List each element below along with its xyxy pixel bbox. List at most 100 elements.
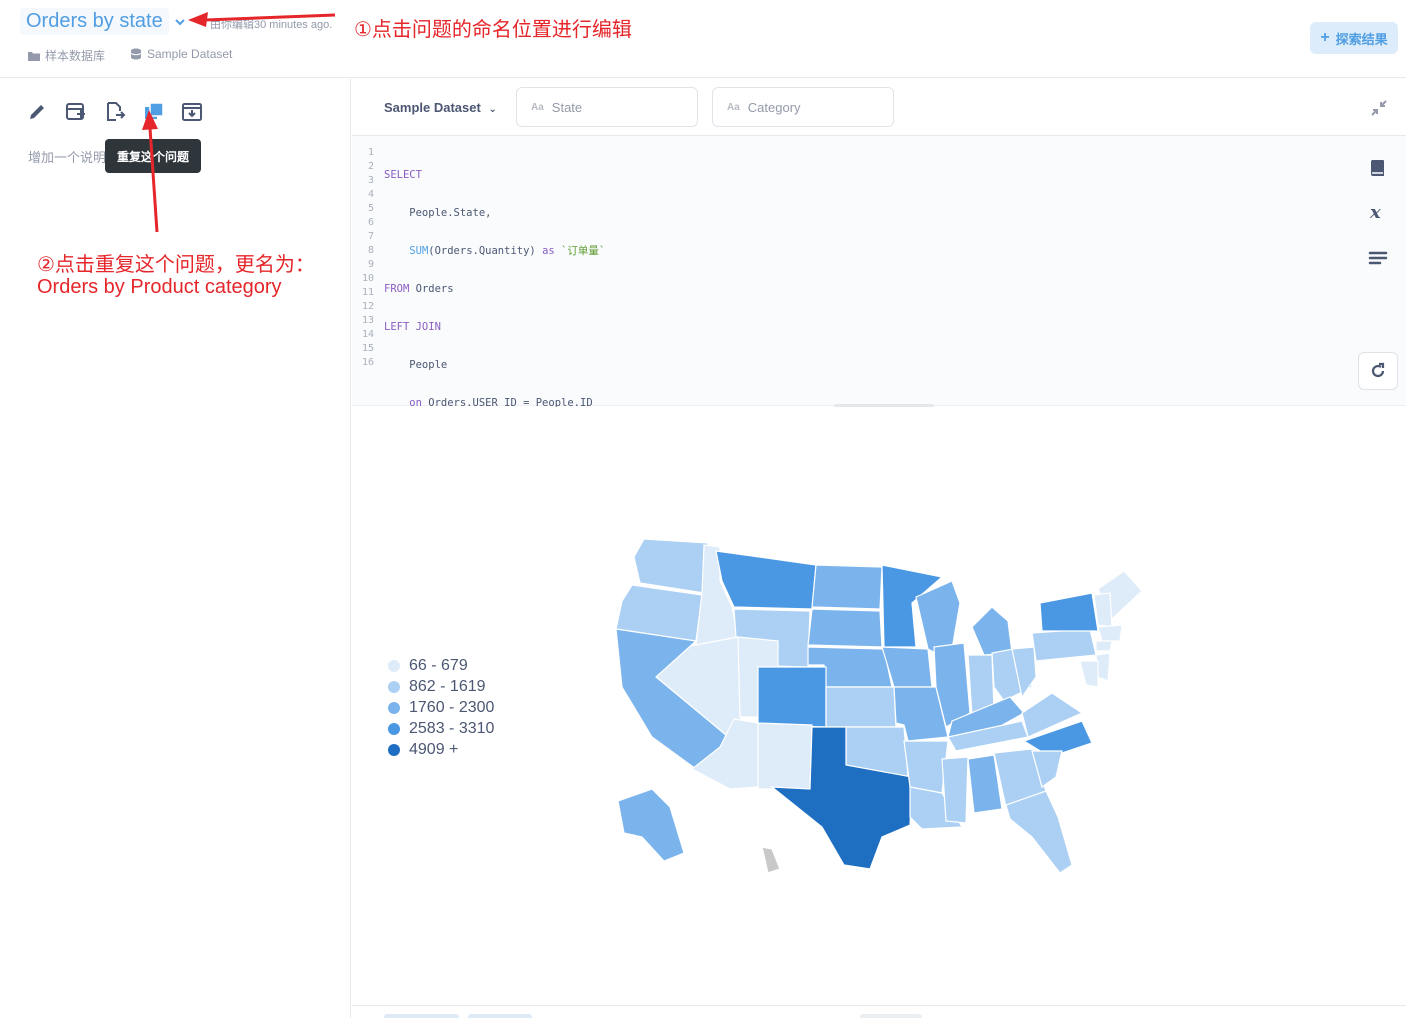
footer-button[interactable]: [384, 1014, 459, 1018]
legend-item: 4909 +: [388, 739, 494, 760]
state-region[interactable]: [633, 538, 709, 594]
legend-item: 1760 - 2300: [388, 697, 494, 718]
code-line: People.State,: [384, 207, 492, 219]
sql-editor[interactable]: 1 2 3 4 5 6 7 8 9 10 11 12 13 14 15 16 SELECT People.St…: [352, 136, 1406, 751]
footer-button[interactable]: [468, 1014, 532, 1018]
pencil-icon[interactable]: [26, 101, 48, 123]
code-line: FROM Orders: [384, 283, 454, 295]
duplicate-tooltip: 重复这个问题: [105, 139, 201, 173]
line-number: 6: [367, 217, 374, 228]
legend-label: 4909 +: [409, 740, 459, 758]
breadcrumb-collection[interactable]: 样本数据库: [28, 47, 105, 64]
annotation-note-2-line2: Orders by Product category: [37, 276, 282, 298]
explore-results-button[interactable]: + 探索结果: [1310, 22, 1398, 54]
legend-swatch: [388, 680, 400, 693]
breadcrumb-collection-label: 样本数据库: [45, 49, 106, 63]
line-number: 13: [361, 315, 374, 326]
line-number: 16: [361, 357, 374, 368]
question-header: Orders by state 由你编辑30 minutes ago. 样本数据…: [0, 0, 1406, 78]
annotation-note-1: ①点击问题的命名位置进行编辑: [354, 17, 632, 41]
legend-swatch: [388, 701, 400, 714]
map-legend: 66 - 679 862 - 1619 1760 - 2300 2583 - 3310…: [388, 655, 494, 760]
legend-label: 66 - 679: [409, 656, 468, 674]
state-region[interactable]: [903, 740, 949, 794]
code-line: SELECT: [384, 169, 422, 181]
question-title[interactable]: Orders by state: [20, 8, 169, 35]
line-number: 5: [367, 203, 374, 214]
line-number: 11: [361, 287, 374, 298]
add-to-dashboard-icon[interactable]: [65, 101, 87, 123]
us-state-map[interactable]: [612, 537, 1172, 897]
category-filter-widget[interactable]: Aa Category: [712, 87, 894, 127]
visualization-footer: [352, 1005, 1406, 1018]
line-numbers: 1 2 3 4 5 6 7 8 9 10 11 12 13 14 15 16: [352, 146, 374, 370]
code-line: LEFT JOIN: [384, 321, 441, 333]
text-type-icon: Aa: [727, 101, 740, 113]
folder-icon: [28, 51, 40, 61]
legend-label: 1760 - 2300: [409, 698, 495, 716]
database-picker[interactable]: Sample Dataset ⌄: [384, 100, 497, 115]
state-region[interactable]: [761, 846, 781, 874]
line-number: 2: [367, 161, 374, 172]
state-region[interactable]: [811, 564, 883, 610]
explore-results-label: 探索结果: [1335, 31, 1388, 47]
text-type-icon: Aa: [531, 101, 544, 113]
state-region[interactable]: [757, 722, 813, 790]
line-number: 15: [361, 343, 374, 354]
state-region[interactable]: [941, 756, 969, 824]
category-filter-label: Category: [747, 99, 801, 115]
line-number: 3: [367, 175, 374, 186]
state-filter-label: State: [551, 99, 583, 115]
state-region[interactable]: [715, 550, 817, 610]
legend-label: 2583 - 3310: [409, 719, 495, 737]
line-number: 12: [361, 301, 374, 312]
state-region[interactable]: [617, 788, 685, 862]
line-number: 1: [367, 147, 374, 158]
refresh-button[interactable]: [1358, 352, 1398, 390]
code-line: SUM(Orders.Quantity) as `订单量`: [409, 245, 606, 257]
state-region[interactable]: [1039, 592, 1099, 632]
annotation-note-2-line1: ②点击重复这个问题，更名为：: [37, 252, 315, 276]
legend-swatch: [388, 743, 400, 756]
move-icon[interactable]: [104, 101, 126, 123]
state-filter-widget[interactable]: Aa State: [516, 87, 698, 127]
question-sidebar: 增加一个说明 重复这个问题: [0, 79, 351, 1018]
state-region[interactable]: [1079, 660, 1099, 688]
state-region[interactable]: [825, 686, 897, 728]
line-number: 14: [361, 329, 374, 340]
plus-icon: +: [1320, 29, 1330, 46]
snippets-icon[interactable]: [1368, 248, 1388, 268]
chevron-down-icon[interactable]: [174, 16, 186, 28]
svg-text:x: x: [1369, 202, 1381, 222]
breadcrumb-database-label: Sample Dataset: [147, 47, 233, 61]
native-query-toolbar: Sample Dataset ⌄ Aa State Aa Category: [352, 79, 1406, 136]
archive-icon[interactable]: [181, 101, 203, 123]
state-region[interactable]: [1005, 790, 1073, 874]
line-number: 7: [367, 231, 374, 242]
legend-item: 66 - 679: [388, 655, 494, 676]
state-region[interactable]: [757, 666, 827, 728]
variables-icon[interactable]: x: [1368, 202, 1388, 222]
legend-swatch: [388, 659, 400, 672]
database-picker-label: Sample Dataset: [384, 100, 481, 115]
state-region[interactable]: [807, 608, 883, 648]
code-line: People: [384, 359, 448, 371]
legend-item: 862 - 1619: [388, 676, 494, 697]
state-region[interactable]: [971, 606, 1013, 656]
line-number: 10: [361, 273, 374, 284]
state-region[interactable]: [1095, 640, 1113, 652]
legend-item: 2583 - 3310: [388, 718, 494, 739]
state-region[interactable]: [1097, 624, 1123, 642]
duplicate-icon[interactable]: [143, 101, 165, 123]
state-region[interactable]: [1031, 628, 1097, 662]
add-description[interactable]: 增加一个说明: [28, 147, 106, 166]
legend-swatch: [388, 722, 400, 735]
footer-button[interactable]: [860, 1014, 922, 1018]
breadcrumb-database[interactable]: Sample Dataset: [130, 47, 232, 61]
reference-book-icon[interactable]: [1368, 158, 1388, 178]
legend-label: 862 - 1619: [409, 677, 486, 695]
line-number: 9: [367, 259, 374, 270]
last-edited-text[interactable]: 由你编辑30 minutes ago.: [210, 16, 332, 32]
chevron-down-icon: ⌄: [488, 104, 497, 115]
collapse-editor-icon[interactable]: [1370, 99, 1388, 117]
